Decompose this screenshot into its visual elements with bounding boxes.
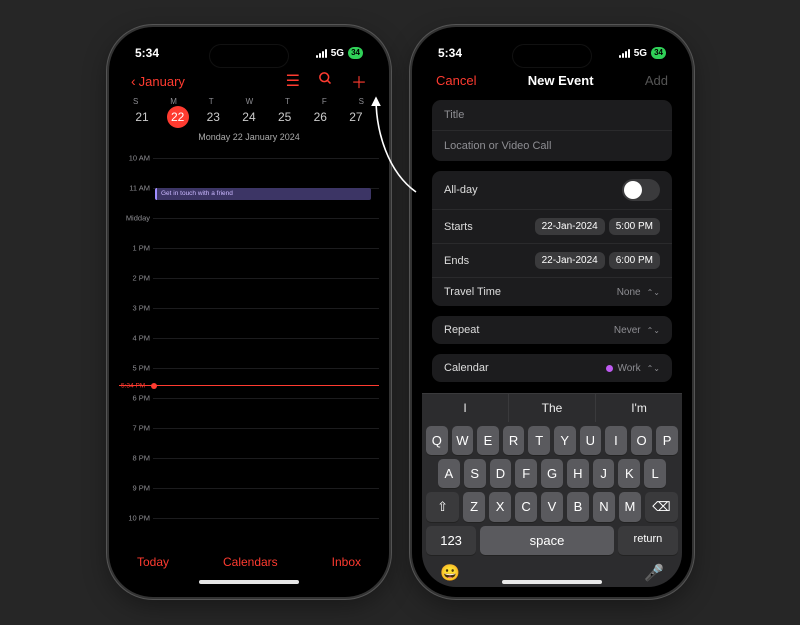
key-j[interactable]: J bbox=[593, 459, 615, 488]
title-card: Title Location or Video Call bbox=[432, 100, 672, 161]
allday-toggle[interactable] bbox=[622, 179, 660, 201]
back-label: January bbox=[139, 74, 185, 89]
key-h[interactable]: H bbox=[567, 459, 589, 488]
add-button[interactable]: Add bbox=[645, 73, 668, 88]
key-k[interactable]: K bbox=[618, 459, 640, 488]
date-cell-selected[interactable]: 22 bbox=[167, 106, 189, 128]
key-b[interactable]: B bbox=[567, 492, 589, 522]
calendar-event[interactable]: Get in touch with a friend bbox=[155, 188, 371, 200]
inbox-button[interactable]: Inbox bbox=[332, 555, 361, 569]
allday-label: All-day bbox=[444, 184, 478, 196]
weekday-row: S M T W T F S bbox=[119, 95, 379, 106]
dictation-key[interactable]: 🎤 bbox=[644, 563, 664, 583]
travel-time-row[interactable]: Travel Time None⌃⌄ bbox=[432, 277, 672, 306]
shift-key[interactable]: ⇧ bbox=[426, 492, 459, 522]
home-indicator[interactable] bbox=[199, 580, 299, 584]
key-e[interactable]: E bbox=[477, 426, 499, 455]
start-date-button[interactable]: 22-Jan-2024 bbox=[535, 218, 605, 235]
key-q[interactable]: Q bbox=[426, 426, 448, 455]
key-m[interactable]: M bbox=[619, 492, 641, 522]
date-cell[interactable]: 24 bbox=[238, 106, 260, 128]
date-cell[interactable]: 25 bbox=[274, 106, 296, 128]
keyboard[interactable]: I The I'm QWERTYUIOP ASDFGHJKL ⇧ ZXCVBNM… bbox=[422, 393, 682, 587]
key-v[interactable]: V bbox=[541, 492, 563, 522]
dynamic-island bbox=[210, 45, 288, 67]
start-time-button[interactable]: 5:00 PM bbox=[609, 218, 660, 235]
title-input[interactable]: Title bbox=[432, 100, 672, 130]
end-date-button[interactable]: 22-Jan-2024 bbox=[535, 252, 605, 269]
status-time: 5:34 bbox=[135, 46, 159, 60]
chevron-left-icon: ‹ bbox=[131, 73, 136, 89]
day-timeline[interactable]: 10 AM 11 AM Midday 1 PM 2 PM 3 PM 4 PM 5… bbox=[119, 146, 379, 534]
date-cell[interactable]: 27 bbox=[345, 106, 367, 128]
backspace-key[interactable]: ⌫ bbox=[645, 492, 678, 522]
date-cell[interactable]: 23 bbox=[202, 106, 224, 128]
prediction[interactable]: The bbox=[509, 394, 596, 422]
phone-calendar-day: 5:34 5G 34 ‹ January ☰ ＋ S M T W T bbox=[109, 27, 389, 597]
search-icon[interactable] bbox=[318, 71, 333, 91]
current-time-indicator: 5:34 PM bbox=[119, 385, 379, 386]
date-header: Monday 22 January 2024 bbox=[119, 132, 379, 146]
network-label: 5G bbox=[331, 48, 344, 59]
space-key[interactable]: space bbox=[480, 526, 614, 555]
return-key[interactable]: return bbox=[618, 526, 678, 555]
signal-icon bbox=[316, 49, 327, 58]
key-g[interactable]: G bbox=[541, 459, 563, 488]
modal-nav: Cancel New Event Add bbox=[422, 65, 682, 94]
cancel-button[interactable]: Cancel bbox=[436, 73, 476, 88]
datetime-card: All-day Starts 22-Jan-2024 5:00 PM Ends … bbox=[432, 171, 672, 306]
nav-bar: ‹ January ☰ ＋ bbox=[119, 65, 379, 95]
back-button[interactable]: ‹ January bbox=[131, 73, 185, 89]
home-indicator[interactable] bbox=[502, 580, 602, 584]
bottom-toolbar: Today Calendars Inbox bbox=[119, 551, 379, 579]
key-t[interactable]: T bbox=[528, 426, 550, 455]
key-d[interactable]: D bbox=[490, 459, 512, 488]
key-z[interactable]: Z bbox=[463, 492, 485, 522]
key-c[interactable]: C bbox=[515, 492, 537, 522]
numbers-key[interactable]: 123 bbox=[426, 526, 476, 555]
prediction[interactable]: I'm bbox=[596, 394, 682, 422]
calendars-button[interactable]: Calendars bbox=[223, 555, 278, 569]
today-button[interactable]: Today bbox=[137, 555, 169, 569]
calendar-color-dot bbox=[606, 365, 613, 372]
end-time-button[interactable]: 6:00 PM bbox=[609, 252, 660, 269]
ends-label: Ends bbox=[444, 255, 469, 267]
key-n[interactable]: N bbox=[593, 492, 615, 522]
key-i[interactable]: I bbox=[605, 426, 627, 455]
dynamic-island bbox=[513, 45, 591, 67]
key-o[interactable]: O bbox=[631, 426, 653, 455]
key-l[interactable]: L bbox=[644, 459, 666, 488]
location-input[interactable]: Location or Video Call bbox=[432, 130, 672, 161]
key-y[interactable]: Y bbox=[554, 426, 576, 455]
key-r[interactable]: R bbox=[503, 426, 525, 455]
date-cell[interactable]: 26 bbox=[309, 106, 331, 128]
repeat-row[interactable]: Repeat Never⌃⌄ bbox=[432, 316, 672, 344]
key-w[interactable]: W bbox=[452, 426, 474, 455]
phone-new-event: 5:34 5G 34 Cancel New Event Add Title Lo… bbox=[412, 27, 692, 597]
battery-badge: 34 bbox=[348, 47, 363, 59]
key-s[interactable]: S bbox=[464, 459, 486, 488]
key-a[interactable]: A bbox=[438, 459, 460, 488]
signal-icon bbox=[619, 49, 630, 58]
key-x[interactable]: X bbox=[489, 492, 511, 522]
date-cell[interactable]: 21 bbox=[131, 106, 153, 128]
modal-title: New Event bbox=[528, 73, 594, 88]
prediction-bar: I The I'm bbox=[422, 394, 682, 422]
key-p[interactable]: P bbox=[656, 426, 678, 455]
key-u[interactable]: U bbox=[580, 426, 602, 455]
list-view-icon[interactable]: ☰ bbox=[286, 71, 300, 91]
prediction[interactable]: I bbox=[422, 394, 509, 422]
date-row[interactable]: 21 22 23 24 25 26 27 bbox=[119, 106, 379, 132]
calendar-row[interactable]: Calendar Work⌃⌄ bbox=[432, 354, 672, 382]
starts-label: Starts bbox=[444, 221, 473, 233]
emoji-key[interactable]: 😀 bbox=[440, 563, 460, 583]
key-f[interactable]: F bbox=[515, 459, 537, 488]
add-event-icon[interactable]: ＋ bbox=[351, 69, 367, 93]
